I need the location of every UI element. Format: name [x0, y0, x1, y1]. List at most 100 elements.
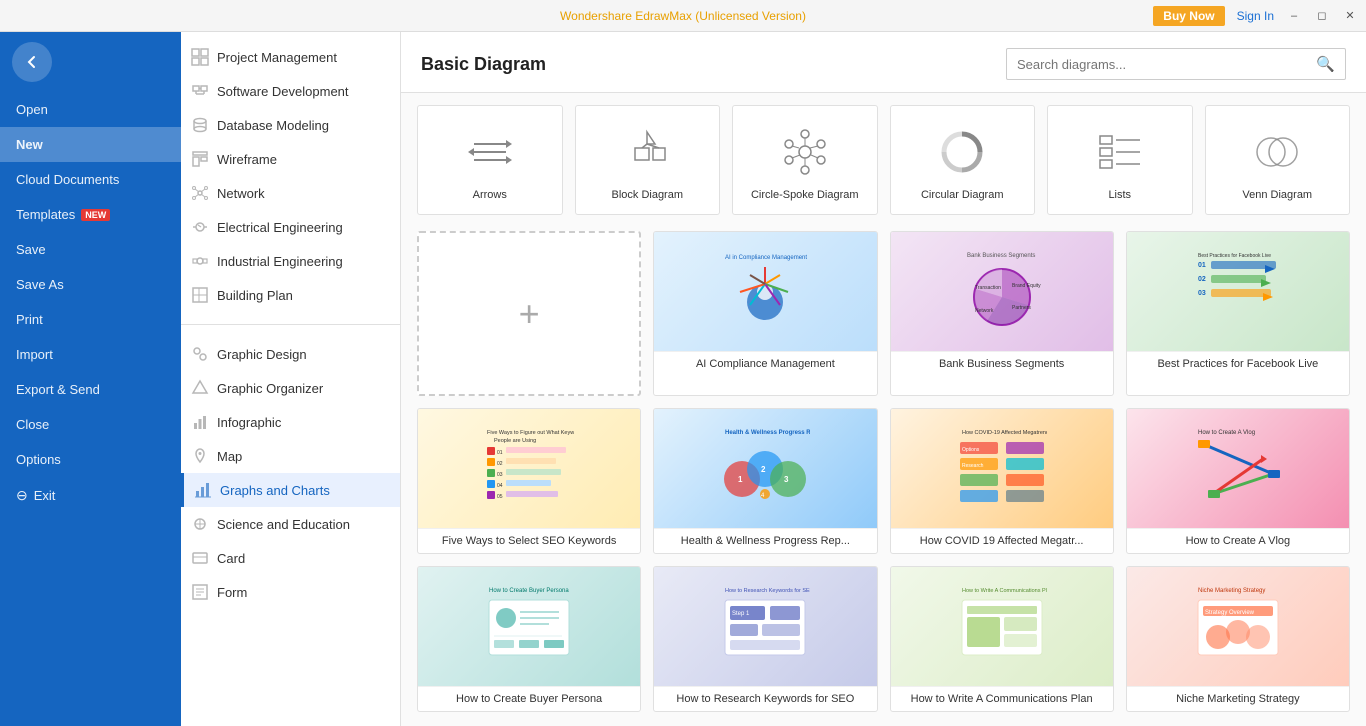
building-plan-label: Building Plan	[217, 288, 293, 303]
nav-item-map[interactable]: Map	[181, 439, 400, 473]
search-button[interactable]: 🔍	[1306, 49, 1345, 79]
restore-button[interactable]: ◻	[1314, 8, 1330, 24]
template-card-buyer[interactable]: How to Create Buyer Persona	[417, 566, 641, 712]
sign-in-button[interactable]: Sign In	[1237, 9, 1274, 23]
graphic-design-icon	[191, 345, 209, 363]
close-button[interactable]: ✕	[1342, 8, 1358, 24]
svg-text:02: 02	[497, 461, 503, 467]
nav-item-project-mgmt[interactable]: Project Management	[181, 40, 400, 74]
infographic-icon	[191, 413, 209, 431]
template-card-niche[interactable]: Niche Marketing Strategy Strategy Overvi…	[1126, 566, 1350, 712]
new-diagram-card[interactable]: +	[417, 231, 641, 396]
nav-item-graphs-charts[interactable]: Graphs and Charts	[181, 473, 400, 507]
sidebar-item-import[interactable]: Import	[0, 337, 181, 372]
sidebar-item-new[interactable]: New	[0, 127, 181, 162]
industrial-eng-label: Industrial Engineering	[217, 254, 343, 269]
svg-text:01: 01	[1198, 262, 1206, 269]
template-card-seo[interactable]: Five Ways to Figure out What Keywords Pe…	[417, 408, 641, 554]
lists-label: Lists	[1108, 189, 1131, 201]
template-card-vlog[interactable]: How to Create A Vlog How	[1126, 408, 1350, 554]
template-card-fb-live[interactable]: Best Practices for Facebook Live 01 02 0…	[1126, 231, 1350, 396]
sidebar-item-save[interactable]: Save	[0, 232, 181, 267]
nav-item-network[interactable]: Network	[181, 176, 400, 210]
template-card-health[interactable]: Health & Wellness Progress Report 1 2 3 …	[653, 408, 877, 554]
form-label: Form	[217, 585, 247, 600]
health-label: Health & Wellness Progress Rep...	[654, 529, 876, 553]
svg-text:Brand Equity: Brand Equity	[1012, 283, 1041, 289]
svg-text:How to Write A Communications: How to Write A Communications Plan	[962, 588, 1047, 594]
diagram-card-venn[interactable]: Venn Diagram	[1205, 105, 1351, 215]
back-button[interactable]	[12, 42, 52, 82]
nav-section-2: Graphic Design Graphic Organizer Infogra…	[181, 329, 400, 617]
venn-label: Venn Diagram	[1242, 189, 1312, 201]
export-label: Export & Send	[16, 382, 100, 397]
health-thumb: Health & Wellness Progress Report 1 2 3 …	[654, 409, 876, 529]
nav-item-card[interactable]: Card	[181, 541, 400, 575]
ai-compliance-label: AI Compliance Management	[654, 352, 876, 376]
diagram-card-arrows[interactable]: Arrows	[417, 105, 563, 215]
research-thumb: How to Research Keywords for SEO Step 1	[654, 567, 876, 687]
new-label: New	[16, 137, 43, 152]
diagram-card-block[interactable]: Block Diagram	[575, 105, 721, 215]
science-edu-icon	[191, 515, 209, 533]
map-icon	[191, 447, 209, 465]
diagram-card-circular[interactable]: Circular Diagram	[890, 105, 1036, 215]
svg-text:How to Research Keywords for S: How to Research Keywords for SEO	[725, 588, 810, 594]
svg-text:Network: Network	[975, 308, 994, 314]
sidebar-item-print[interactable]: Print	[0, 302, 181, 337]
vlog-label: How to Create A Vlog	[1127, 529, 1349, 553]
sidebar-item-save-as[interactable]: Save As	[0, 267, 181, 302]
page-title: Basic Diagram	[421, 54, 546, 75]
diagram-card-circle-spoke[interactable]: Circle-Spoke Diagram	[732, 105, 878, 215]
nav-item-form[interactable]: Form	[181, 575, 400, 609]
wireframe-label: Wireframe	[217, 152, 277, 167]
ai-compliance-thumb: AI in Compliance Management	[654, 232, 876, 352]
buy-now-button[interactable]: Buy Now	[1153, 6, 1224, 26]
nav-item-graphic-design[interactable]: Graphic Design	[181, 337, 400, 371]
nav-item-wireframe[interactable]: Wireframe	[181, 142, 400, 176]
sidebar-item-exit[interactable]: ⊖ Exit	[0, 477, 181, 514]
diagram-card-lists[interactable]: Lists	[1047, 105, 1193, 215]
nav-item-infographic[interactable]: Infographic	[181, 405, 400, 439]
infographic-label: Infographic	[217, 415, 281, 430]
industrial-eng-icon	[191, 252, 209, 270]
svg-text:3: 3	[784, 475, 789, 484]
nav-item-graphic-organizer[interactable]: Graphic Organizer	[181, 371, 400, 405]
network-label: Network	[217, 186, 265, 201]
template-card-bank-segments[interactable]: Bank Business Segments Brand Equity Part…	[890, 231, 1114, 396]
svg-text:1: 1	[738, 475, 743, 484]
nav-item-electrical-eng[interactable]: Electrical Engineering	[181, 210, 400, 244]
title-bar: Wondershare EdrawMax (Unlicensed Version…	[0, 0, 1366, 32]
covid-thumb: How COVID-19 Affected Megatrends Options…	[891, 409, 1113, 529]
sidebar-item-open[interactable]: Open	[0, 92, 181, 127]
nav-divider	[181, 324, 400, 325]
import-label: Import	[16, 347, 53, 362]
template-card-comms[interactable]: How to Write A Communications Plan How t…	[890, 566, 1114, 712]
nav-item-software-dev[interactable]: Software Development	[181, 74, 400, 108]
svg-text:03: 03	[1198, 290, 1206, 297]
sidebar-item-export[interactable]: Export & Send	[0, 372, 181, 407]
nav-item-industrial-eng[interactable]: Industrial Engineering	[181, 244, 400, 278]
template-card-ai-compliance[interactable]: AI in Compliance Management	[653, 231, 877, 396]
options-label: Options	[16, 452, 61, 467]
templates-label: Templates	[16, 207, 75, 222]
template-card-research[interactable]: How to Research Keywords for SEO Step 1 …	[653, 566, 877, 712]
save-label: Save	[16, 242, 46, 257]
minimize-button[interactable]: –	[1286, 8, 1302, 24]
nav-item-db-modeling[interactable]: Database Modeling	[181, 108, 400, 142]
svg-text:Bank Business Segments: Bank Business Segments	[967, 253, 1035, 259]
map-label: Map	[217, 449, 242, 464]
sidebar-item-cloud[interactable]: Cloud Documents	[0, 162, 181, 197]
sidebar-item-close[interactable]: Close	[0, 407, 181, 442]
search-input[interactable]	[1007, 51, 1306, 78]
covid-label: How COVID 19 Affected Megatr...	[891, 529, 1113, 553]
svg-text:01: 01	[497, 450, 503, 456]
seo-thumb: Five Ways to Figure out What Keywords Pe…	[418, 409, 640, 529]
sidebar-item-templates[interactable]: Templates NEW	[0, 197, 181, 232]
svg-text:How to Create A Vlog: How to Create A Vlog	[1198, 430, 1255, 436]
app-title: Wondershare EdrawMax (Unlicensed Version…	[560, 9, 806, 23]
nav-item-science-edu[interactable]: Science and Education	[181, 507, 400, 541]
sidebar-item-options[interactable]: Options	[0, 442, 181, 477]
template-card-covid[interactable]: How COVID-19 Affected Megatrends Options…	[890, 408, 1114, 554]
nav-item-building-plan[interactable]: Building Plan	[181, 278, 400, 312]
